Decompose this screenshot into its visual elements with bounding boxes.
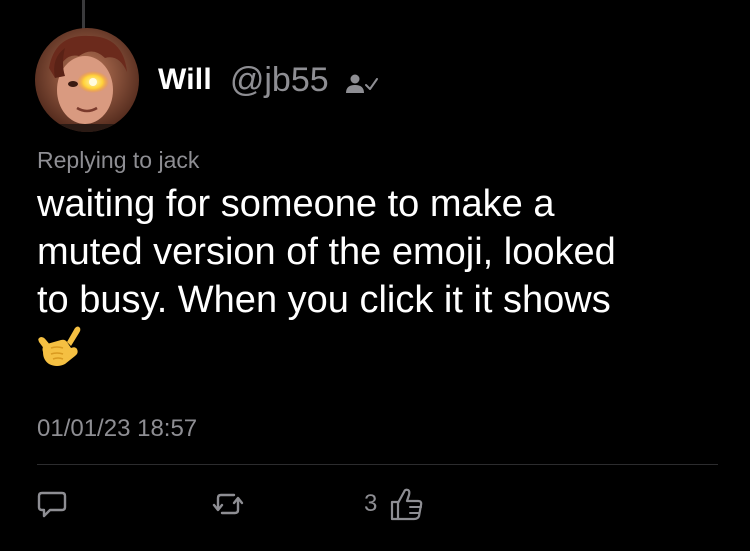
reply-context[interactable]: Replying to jack [37, 147, 199, 174]
avatar-image [35, 28, 139, 132]
like-count: 3 [364, 490, 378, 517]
post-text: waiting for someone to make a muted vers… [37, 183, 616, 321]
post-author-header: Will @jb55 [158, 58, 379, 102]
thumbs-up-icon [391, 488, 423, 521]
author-display-name[interactable]: Will [158, 63, 212, 97]
thread-connector-line [82, 0, 85, 30]
person-check-icon [345, 74, 378, 93]
reply-bubble-icon [37, 491, 67, 518]
avatar[interactable] [35, 28, 139, 132]
like-button[interactable]: 3 [364, 486, 425, 522]
divider [37, 464, 718, 465]
post-timestamp: 01/01/23 18:57 [37, 415, 198, 442]
repost-button[interactable] [212, 486, 244, 522]
repost-icon [212, 493, 244, 515]
call-me-hand-emoji [38, 326, 81, 366]
reply-button[interactable] [37, 486, 67, 522]
author-handle[interactable]: @jb55 [230, 61, 329, 100]
